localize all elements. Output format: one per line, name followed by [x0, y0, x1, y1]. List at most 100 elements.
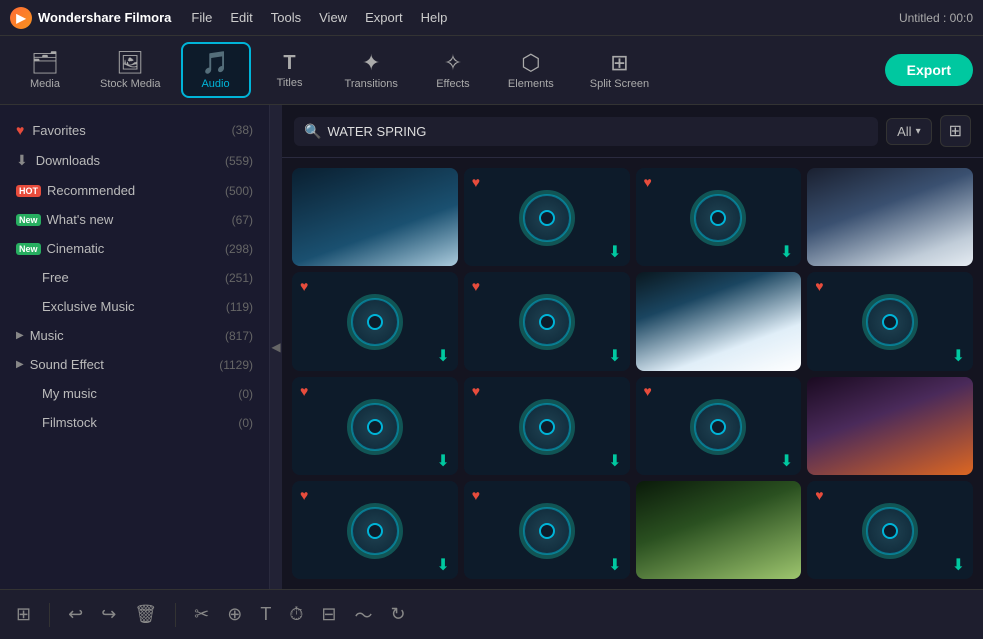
equalizer-icon[interactable]: ⊟	[321, 604, 336, 625]
sidebar-item-whats-new[interactable]: New What's new (67)	[0, 205, 269, 234]
sidebar-item-downloads[interactable]: ⬇ Downloads (559)	[0, 145, 269, 176]
waveform-icon[interactable]: 〜	[354, 602, 372, 628]
sidebar-item-recommended[interactable]: HOT Recommended (500)	[0, 176, 269, 205]
sidebar-item-cinematic[interactable]: New Cinematic (298)	[0, 234, 269, 263]
audio-card-intro-bass[interactable]: ♥ ⬇ Intro Bass	[636, 377, 802, 475]
audio-card-water-spring[interactable]: Water Spring	[292, 168, 458, 266]
audio-thumb-water-splash: ♥ ⬇	[464, 168, 630, 266]
audio-card-water-drop[interactable]: ♥ ⬇ Water Drop	[807, 272, 973, 370]
toolbar-audio[interactable]: 🎵 Audio	[181, 42, 251, 98]
clock-icon[interactable]: ⏱	[289, 604, 303, 625]
sidebar-item-my-music[interactable]: My music (0)	[0, 379, 269, 408]
download-icon: ⬇	[608, 451, 621, 471]
audio-thumb-deep-blue-sea: ♥ ⬇	[464, 272, 630, 370]
stock-media-label: Stock Media	[100, 78, 161, 90]
titles-label: Titles	[277, 77, 303, 89]
disc-ring	[523, 403, 571, 451]
toolbar-stock-media[interactable]: 🖼 Stock Media	[84, 44, 177, 96]
grid-layout-icon[interactable]: ⊞	[16, 604, 31, 625]
favorite-icon: ♥	[300, 383, 308, 399]
toolbar-media[interactable]: 🗂 Media	[10, 44, 80, 96]
audio-thumb-water-full	[636, 272, 802, 370]
audio-card-when-streams[interactable]: ♥ ⬇ When streams	[464, 481, 630, 579]
download-icon: ⬇	[952, 555, 965, 575]
audio-card-water-splash[interactable]: ♥ ⬇ Water Splash	[464, 168, 630, 266]
favorite-icon: ♥	[472, 278, 480, 294]
toolbar-effects[interactable]: ✧ Effects	[418, 44, 488, 96]
favorite-icon: ♥	[472, 487, 480, 503]
audio-card-riptide[interactable]: Riptide	[807, 168, 973, 266]
favorite-icon: ♥	[472, 383, 480, 399]
rotate-icon[interactable]: ↻	[390, 604, 405, 625]
audio-card-shallow-water[interactable]: ♥ ⬇ Shallow Water	[636, 168, 802, 266]
disc-over-the-hills	[862, 503, 918, 559]
sidebar-item-exclusive[interactable]: Exclusive Music (119)	[0, 292, 269, 321]
stamp-icon[interactable]: ⊕	[227, 604, 242, 625]
sidebar-soundeffect-count: (1129)	[219, 358, 253, 372]
audio-thumb-water-drop: ♥ ⬇	[807, 272, 973, 370]
search-input[interactable]	[327, 124, 868, 139]
menu-edit[interactable]: Edit	[230, 10, 252, 25]
sidebar-recommended-count: (500)	[225, 184, 253, 198]
audio-card-over-the-hills[interactable]: ♥ ⬇ Over the Hills	[807, 481, 973, 579]
menu-view[interactable]: View	[319, 10, 347, 25]
menu-help[interactable]: Help	[421, 10, 448, 25]
search-input-wrap[interactable]: 🔍	[294, 117, 878, 146]
audio-thumb-when-streams: ♥ ⬇	[464, 481, 630, 579]
sidebar-item-favorites[interactable]: ♥ Favorites (38)	[0, 115, 269, 145]
audio-card-inspiration[interactable]: Inspiration	[807, 377, 973, 475]
download-icon: ⬇	[608, 242, 621, 262]
redo-icon[interactable]: ↪	[101, 604, 116, 625]
sidebar-mymusic-label: My music	[42, 386, 97, 401]
chevron-down-icon: ▾	[916, 126, 921, 137]
music-expand-arrow: ▶	[16, 330, 24, 341]
audio-card-deep-blue-sea-2[interactable]: ♥ ⬇ Deep Blue Sea -...	[292, 377, 458, 475]
sidebar-item-music[interactable]: ▶ Music (817)	[0, 321, 269, 350]
disc-ring	[351, 507, 399, 555]
audio-card-butterfly[interactable]: Butterfly	[636, 481, 802, 579]
scissors-icon[interactable]: ✂	[194, 604, 209, 625]
toolbar-transitions[interactable]: ✦ Transitions	[329, 44, 414, 96]
delete-icon[interactable]: 🗑	[134, 604, 157, 625]
sidebar-music-label: Music	[30, 328, 64, 343]
disc-water-splash	[519, 190, 575, 246]
disc-deep-blue-sea-2	[347, 399, 403, 455]
audio-card-so-clear[interactable]: ♥ ⬇ So Clear	[464, 377, 630, 475]
toolbar-split-screen[interactable]: ⊞ Split Screen	[574, 44, 665, 96]
media-label: Media	[30, 78, 60, 90]
export-button[interactable]: Export	[885, 54, 973, 86]
toolbar-divider-2	[175, 603, 176, 627]
search-icon: 🔍	[304, 123, 321, 140]
disc-water-ai	[347, 294, 403, 350]
audio-card-narcissus[interactable]: ♥ ⬇ Narcissus	[292, 481, 458, 579]
sidebar-item-free[interactable]: Free (251)	[0, 263, 269, 292]
menu-tools[interactable]: Tools	[271, 10, 301, 25]
toolbar-elements[interactable]: ⬡ Elements	[492, 44, 570, 96]
sidebar-collapse-panel[interactable]: ◀	[270, 105, 282, 589]
disc-ring	[523, 507, 571, 555]
audio-card-water-full[interactable]: Water Full of Sh...	[636, 272, 802, 370]
disc-ring	[694, 194, 742, 242]
menu-file[interactable]: File	[191, 10, 212, 25]
text-icon[interactable]: T	[260, 604, 271, 625]
audio-thumb-narcissus: ♥ ⬇	[292, 481, 458, 579]
sidebar-downloads-count: (559)	[225, 154, 253, 168]
disc-ring	[866, 507, 914, 555]
favorite-icon: ♥	[472, 174, 480, 190]
menu-export[interactable]: Export	[365, 10, 403, 25]
filter-dropdown[interactable]: All ▾	[886, 118, 931, 145]
sidebar-item-sound-effect[interactable]: ▶ Sound Effect (1129)	[0, 350, 269, 379]
disc-ring	[866, 298, 914, 346]
filter-label: All	[897, 124, 911, 139]
transitions-label: Transitions	[345, 78, 398, 90]
sidebar-favorites-count: (38)	[232, 123, 253, 137]
toolbar-titles[interactable]: T Titles	[255, 46, 325, 95]
toolbar: 🗂 Media 🖼 Stock Media 🎵 Audio T Titles ✦…	[0, 36, 983, 105]
undo-icon[interactable]: ↩	[68, 604, 83, 625]
sidebar-filmstock-label: Filmstock	[42, 415, 97, 430]
disc-ring	[523, 194, 571, 242]
sidebar-item-filmstock[interactable]: Filmstock (0)	[0, 408, 269, 437]
grid-view-button[interactable]: ⊞	[940, 115, 971, 147]
audio-card-deep-blue-sea[interactable]: ♥ ⬇ Deep Blue Sea	[464, 272, 630, 370]
audio-card-water-ai[interactable]: ♥ ⬇ Water-AI Sound...	[292, 272, 458, 370]
